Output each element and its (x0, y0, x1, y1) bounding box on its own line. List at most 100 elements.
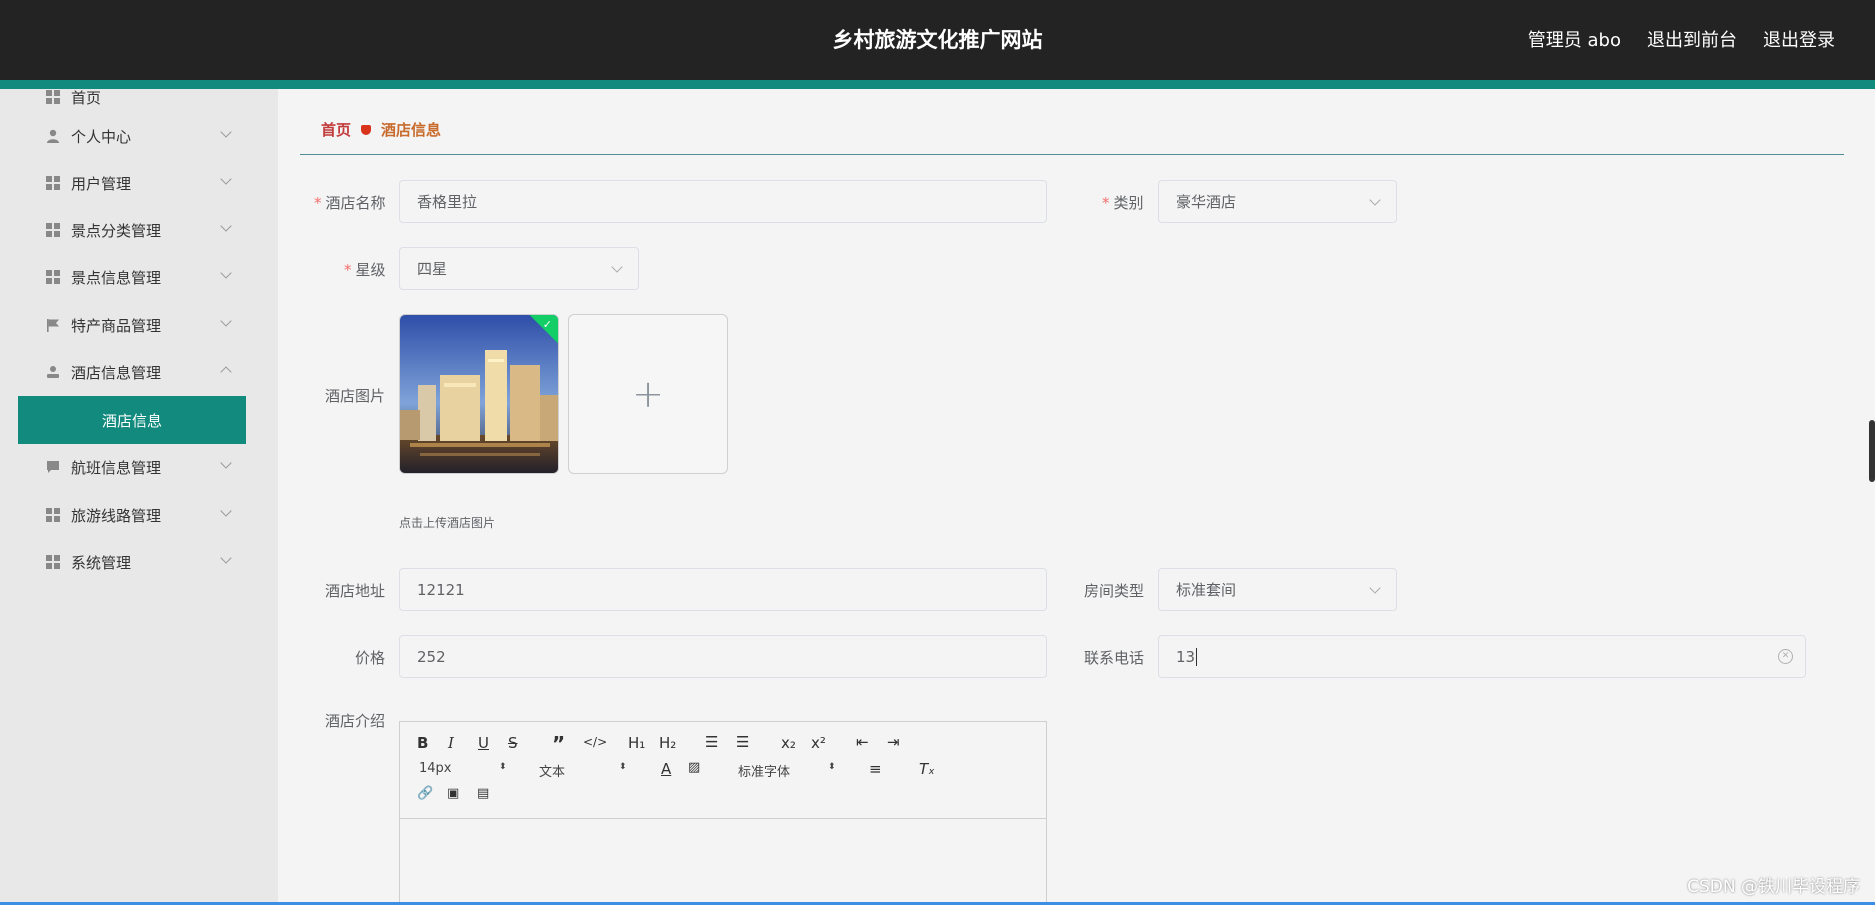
font-family-value: 标准字体 (738, 765, 791, 780)
sidebar: 首页 个人中心 用户管理 景点分类管理 景点信息管理 特产商品管理 酒店信息管理 (0, 89, 278, 905)
link-icon[interactable]: 🔗 (417, 786, 433, 801)
breadcrumb-separator-icon (361, 124, 372, 135)
category-select[interactable]: 豪华酒店 (1158, 180, 1397, 223)
chevron-down-icon (220, 457, 232, 469)
code-block-icon[interactable]: </> (583, 735, 607, 749)
breadcrumb: 首页 酒店信息 (321, 119, 441, 140)
hotel-image-label: 酒店图片 (325, 387, 386, 405)
updown-icon: ⬍ (499, 762, 507, 772)
sidebar-item-label: 景点信息管理 (71, 268, 162, 287)
room-type-selected-value: 标准套间 (1176, 581, 1237, 599)
chevron-down-icon (220, 505, 232, 517)
upload-tip: 点击上传酒店图片 (399, 516, 496, 530)
chevron-down-icon (611, 261, 623, 273)
user-icon (46, 129, 60, 143)
italic-icon[interactable]: I (448, 734, 454, 752)
address-label: 酒店地址 (325, 582, 386, 600)
sidebar-item-label: 个人中心 (71, 127, 132, 146)
star-level-label: * 星级 (344, 261, 386, 279)
chevron-down-icon (220, 552, 232, 564)
admin-user-label: 管理员 abo (1527, 30, 1621, 51)
logout-link[interactable]: 退出登录 (1763, 26, 1835, 52)
intro-label: 酒店介绍 (325, 712, 386, 730)
phone-label: 联系电话 (1084, 649, 1145, 667)
underline-icon[interactable]: U (478, 734, 489, 752)
sidebar-item-label: 景点分类管理 (71, 221, 162, 240)
rich-text-editor: B I U S ” </> H₁ H₂ ☰ ☰ x₂ x² ⇤ ⇥ 14px ⬍… (399, 721, 1047, 905)
star-level-select[interactable]: 四星 (399, 247, 639, 290)
price-input[interactable]: 252 (399, 635, 1047, 678)
sidebar-item-label: 航班信息管理 (71, 458, 162, 477)
sidebar-subitem-hotel-info[interactable]: 酒店信息 (18, 396, 246, 444)
sidebar-item-attraction-category[interactable]: 景点分类管理 (0, 210, 278, 250)
sidebar-item-system-management[interactable]: 系统管理 (0, 542, 278, 582)
grid-icon (46, 555, 60, 569)
chevron-down-icon (1369, 194, 1381, 206)
clear-icon[interactable]: ✕ (1778, 649, 1793, 664)
superscript-icon[interactable]: x² (811, 734, 826, 752)
header-format-select[interactable]: 文本 ⬍ (539, 761, 629, 780)
hotel-name-label: * 酒店名称 (314, 194, 386, 212)
blockquote-icon[interactable]: ” (552, 732, 565, 756)
image-icon[interactable]: ▣ (447, 786, 459, 801)
sidebar-item-specialty-goods[interactable]: 特产商品管理 (0, 305, 278, 345)
watermark: CSDN @铁川毕设程序 (1687, 877, 1860, 897)
image-upload-button[interactable]: + (568, 314, 728, 474)
chevron-down-icon (220, 315, 232, 327)
font-size-select[interactable]: 14px ⬍ (419, 761, 509, 776)
sidebar-item-attraction-info[interactable]: 景点信息管理 (0, 257, 278, 297)
phone-input-value: 13 (1176, 647, 1196, 666)
background-color-icon[interactable]: ▨ (688, 760, 700, 775)
bullet-list-icon[interactable]: ☰ (736, 733, 749, 751)
grid-icon (46, 223, 60, 237)
outdent-icon[interactable]: ⇤ (856, 733, 869, 751)
phone-input[interactable]: 13 ✕ (1158, 635, 1806, 678)
chevron-down-icon (220, 126, 232, 138)
clear-format-icon[interactable]: Tₓ (919, 760, 935, 778)
room-type-label: 房间类型 (1084, 582, 1145, 600)
top-header: 乡村旅游文化推广网站 管理员 abo 退出到前台 退出登录 (0, 0, 1875, 89)
heading2-icon[interactable]: H₂ (659, 734, 676, 752)
header-format-value: 文本 (539, 765, 566, 780)
chevron-down-icon (1369, 582, 1381, 594)
sidebar-item-flight-management[interactable]: 航班信息管理 (0, 447, 278, 487)
heading1-icon[interactable]: H₁ (628, 734, 645, 752)
text-caret (1196, 647, 1198, 666)
hotel-photo-image (400, 315, 558, 473)
price-label: 价格 (355, 649, 386, 667)
chevron-up-icon (220, 366, 232, 378)
font-color-icon[interactable]: A (661, 760, 671, 778)
chevron-down-icon (220, 173, 232, 185)
sidebar-item-home[interactable]: 首页 (0, 89, 278, 117)
sidebar-item-travel-routes[interactable]: 旅游线路管理 (0, 495, 278, 535)
sidebar-item-label: 首页 (71, 89, 102, 107)
font-size-value: 14px (419, 761, 452, 776)
align-icon[interactable]: ≡ (869, 760, 882, 778)
sidebar-item-label: 酒店信息管理 (71, 363, 162, 382)
hotel-image-thumbnail[interactable]: ✓ (399, 314, 559, 474)
breadcrumb-home[interactable]: 首页 (321, 119, 351, 140)
editor-content-area[interactable] (400, 819, 1046, 905)
video-icon[interactable]: ▤ (477, 786, 489, 801)
font-family-select[interactable]: 标准字体 ⬍ (738, 761, 838, 780)
ordered-list-icon[interactable]: ☰ (705, 733, 718, 751)
page-scrollbar[interactable] (1869, 420, 1875, 482)
room-type-select[interactable]: 标准套间 (1158, 568, 1397, 611)
hotel-name-input[interactable]: 香格里拉 (399, 180, 1047, 223)
star-level-selected-value: 四星 (417, 260, 448, 278)
subscript-icon[interactable]: x₂ (781, 734, 796, 752)
sidebar-item-user-management[interactable]: 用户管理 (0, 163, 278, 203)
address-input[interactable]: 12121 (399, 568, 1047, 611)
strikethrough-icon[interactable]: S (508, 734, 518, 752)
indent-icon[interactable]: ⇥ (887, 733, 900, 751)
sidebar-item-label: 旅游线路管理 (71, 506, 162, 525)
category-selected-value: 豪华酒店 (1176, 193, 1237, 211)
sidebar-item-hotel-management[interactable]: 酒店信息管理 (0, 352, 278, 392)
sidebar-item-personal-center[interactable]: 个人中心 (0, 116, 278, 156)
person-icon (46, 365, 60, 379)
back-to-front-link[interactable]: 退出到前台 (1647, 26, 1737, 52)
bold-icon[interactable]: B (417, 734, 428, 752)
chevron-down-icon (220, 220, 232, 232)
breadcrumb-divider (300, 154, 1844, 155)
sidebar-item-label: 系统管理 (71, 553, 132, 572)
